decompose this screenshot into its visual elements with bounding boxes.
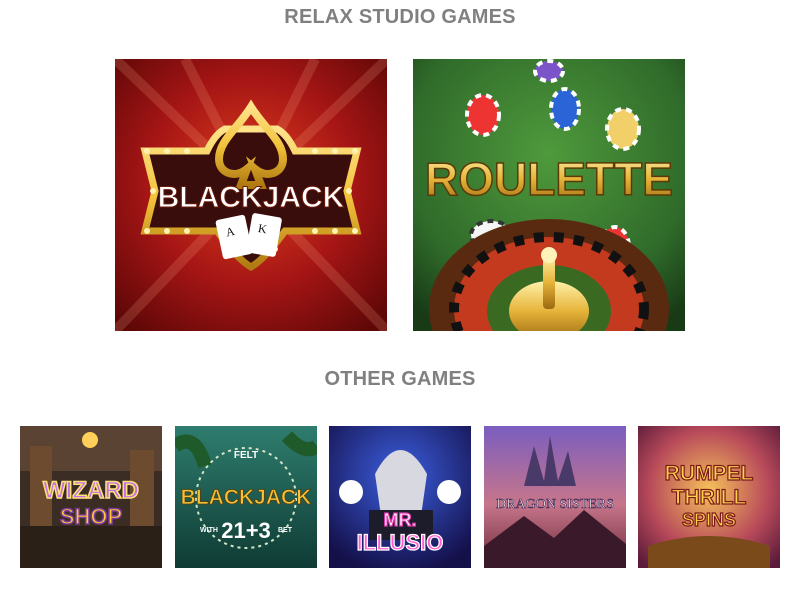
dragon-sisters-title: DRAGON SISTERS [496,497,614,512]
felt-blackjack-artwork: FELT BLACKJACK 21+3 WITH BET [175,426,317,568]
wizard-title: WIZARD [43,477,139,504]
roulette-title: ROULETTE [425,153,673,205]
thrill-title: THRILL [672,486,747,509]
felt-21-3-label: 21+3 [221,518,271,543]
game-tile-felt-blackjack[interactable]: FELT BLACKJACK 21+3 WITH BET [175,426,317,568]
shop-title: SHOP [60,504,122,529]
game-tile-rumpel-thrill-spins[interactable]: RUMPEL THRILL SPINS [638,426,780,568]
spins-title: SPINS [682,510,736,530]
felt-label: FELT [234,450,258,461]
blackjack-title: BLACKJACK [158,181,345,214]
blackjack-artwork: A K BLACKJACK [115,59,387,331]
dragon-sisters-artwork: DRAGON SISTERS [484,426,626,568]
lantern-icon [82,432,98,448]
other-games-title: OTHER GAMES [324,368,476,390]
relax-studio-games-title: RELAX STUDIO GAMES [284,6,516,28]
roulette-artwork: ROULETTE [413,59,685,331]
game-tile-roulette[interactable]: ROULETTE [413,59,685,331]
game-tile-blackjack[interactable]: A K BLACKJACK [115,59,387,331]
rumpel-title: RUMPEL [665,462,754,485]
rumpel-artwork: RUMPEL THRILL SPINS [638,426,780,568]
wizard-shop-artwork: WIZARD SHOP [20,426,162,568]
game-tile-wizard-shop[interactable]: WIZARD SHOP [20,426,162,568]
illusio-title: ILLUSIO [357,530,444,555]
mr-illusio-artwork: MR. ILLUSIO [329,426,471,568]
mr-title: MR. [384,510,417,530]
game-tile-dragon-sisters[interactable]: DRAGON SISTERS [484,426,626,568]
bet-label: BET [278,527,293,534]
game-tile-mr-illusio[interactable]: MR. ILLUSIO [329,426,471,568]
with-label: WITH [200,527,218,534]
felt-blackjack-title: BLACKJACK [181,486,312,509]
